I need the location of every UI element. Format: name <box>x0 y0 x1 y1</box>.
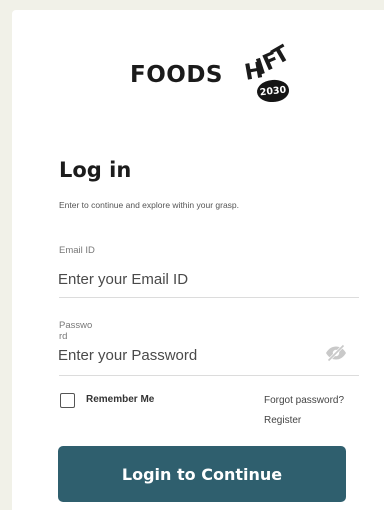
forgot-password-link[interactable]: Forgot password? <box>264 395 344 406</box>
remember-me-label: Remember Me <box>86 394 155 405</box>
eye-slash-icon[interactable] <box>324 343 348 363</box>
remember-me-checkbox[interactable] <box>60 393 75 408</box>
page-subtitle: Enter to continue and explore within you… <box>59 200 240 210</box>
password-underline <box>59 375 359 376</box>
eye-slash-glyph <box>326 344 346 362</box>
email-input[interactable] <box>58 268 318 290</box>
password-label: Password <box>59 320 93 342</box>
email-underline <box>59 297 359 298</box>
foodshift-logo: FOODS HIFT 2030 <box>130 40 294 106</box>
password-input[interactable] <box>58 344 318 366</box>
login-card: FOODS HIFT 2030 Log in Enter to continue… <box>12 10 384 510</box>
logo-wordmark: FOODS <box>130 62 223 88</box>
page-title: Log in <box>59 158 132 182</box>
register-link[interactable]: Register <box>264 415 301 426</box>
logo-arc-decoration: HIFT <box>243 41 294 86</box>
email-label: Email ID <box>59 245 95 256</box>
login-button[interactable]: Login to Continue <box>58 446 346 502</box>
